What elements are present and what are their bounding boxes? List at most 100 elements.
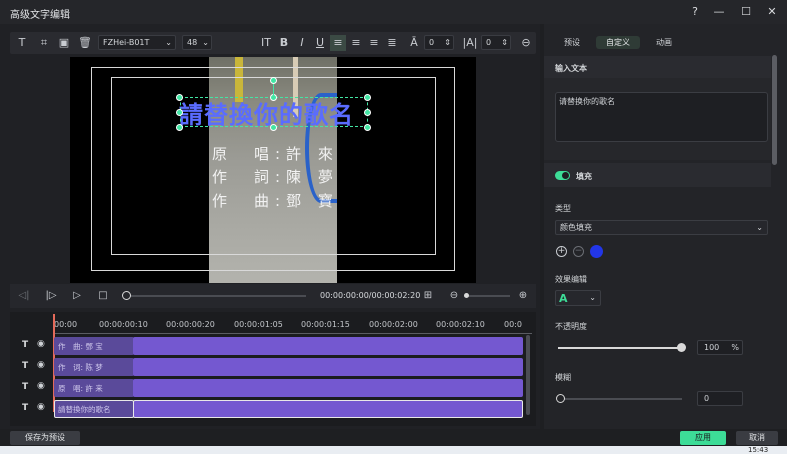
bottom-bar (0, 429, 787, 445)
blur-slider-knob[interactable] (556, 394, 565, 403)
remove-color-icon[interactable]: − (573, 246, 584, 257)
opacity-input[interactable]: 100 % (697, 340, 743, 355)
resize-handle[interactable] (176, 124, 183, 131)
ruler-baseline (54, 333, 532, 334)
char-spacing-input[interactable]: 0 ⇕ (424, 35, 454, 50)
tab-animation[interactable]: 动画 (650, 36, 678, 49)
stop-icon[interactable]: □ (96, 289, 110, 303)
clip-label: 作 曲: 鄧 宝 (58, 342, 103, 351)
type-label: 类型 (555, 204, 571, 213)
align-justify-icon[interactable]: ≣ (384, 35, 400, 51)
image-icon[interactable]: ▣ (56, 35, 72, 51)
clip-segment[interactable] (133, 337, 523, 355)
underline-icon[interactable]: U (312, 35, 328, 51)
clip-segment-selected[interactable] (133, 400, 523, 418)
italic-icon[interactable]: I (294, 35, 310, 51)
tab-custom[interactable]: 自定义 (596, 36, 640, 49)
credit-line[interactable]: 原 唱:許 來 (212, 143, 339, 164)
selection-box[interactable] (180, 97, 368, 127)
zoom-slider-knob[interactable] (464, 293, 469, 298)
fill-toggle[interactable] (555, 171, 570, 180)
resize-handle[interactable] (270, 124, 277, 131)
clip-segment[interactable] (133, 358, 523, 376)
credit-line[interactable]: 作 詞:陳 夢 (212, 166, 339, 187)
cancel-button[interactable]: 取消 (736, 431, 778, 445)
add-color-icon[interactable]: + (556, 246, 567, 257)
clip-label: 請替換你的歌名 (58, 405, 111, 414)
opacity-slider-knob[interactable] (677, 343, 686, 352)
help-icon[interactable]: ? (687, 4, 703, 20)
ruler-label: 00:00:02:00 (369, 320, 418, 329)
opacity-label: 不透明度 (555, 322, 587, 331)
eye-icon[interactable]: ◉ (37, 381, 45, 391)
bold-icon[interactable]: B (276, 35, 292, 51)
apply-button[interactable]: 应用 (680, 431, 726, 445)
zoom-slider[interactable] (464, 295, 510, 297)
text-track-icon: T (22, 361, 29, 371)
ruler-label: 00:00:02:10 (436, 320, 485, 329)
ruler-label: 00:00:00:20 (166, 320, 215, 329)
text-track-icon: T (22, 382, 29, 392)
credit-line[interactable]: 作 曲:鄧 寶 (212, 190, 339, 211)
resize-handle[interactable] (364, 124, 371, 131)
blur-value: 0 (704, 394, 710, 403)
zoom-in-icon[interactable]: ⊕ (516, 289, 530, 303)
clip-label: 作 词: 陈 梦 (58, 363, 103, 372)
maximize-button[interactable]: ☐ (738, 4, 754, 20)
zoom-fit-icon[interactable]: ⊖ (518, 35, 534, 51)
chevron-down-icon: ⌄ (756, 223, 763, 232)
chevron-down-icon: ⌄ (589, 293, 596, 302)
delete-icon[interactable]: 🗑 (77, 35, 93, 51)
type-dropdown[interactable]: 颜色填充 ⌄ (555, 220, 768, 235)
input-section-title: 输入文本 (555, 64, 587, 73)
text-tool-icon[interactable]: T (14, 35, 30, 51)
align-center-icon[interactable]: ≡ (348, 35, 364, 51)
blur-input[interactable]: 0 (697, 391, 743, 406)
clip-segment[interactable] (133, 379, 523, 397)
effect-label: 效果编辑 (555, 275, 587, 284)
panel-scrollbar[interactable] (772, 55, 777, 165)
window-title: 高级文字编辑 (10, 10, 70, 21)
step-back-icon[interactable]: |▷ (44, 289, 58, 303)
text-spacing-icon[interactable]: IT (258, 35, 274, 51)
play-icon[interactable]: ▷ (70, 289, 84, 303)
text-input[interactable]: 请替换你的歌名 (555, 92, 768, 142)
eye-icon[interactable]: ◉ (37, 402, 45, 412)
transform-icon[interactable]: ⌗ (36, 35, 52, 51)
ruler-label: 00:00:00:10 (99, 320, 148, 329)
blur-slider[interactable] (558, 398, 682, 400)
save-preset-button[interactable]: 保存为预设 (10, 431, 80, 445)
playhead-knob[interactable] (122, 291, 131, 300)
eye-icon[interactable]: ◉ (37, 339, 45, 349)
opacity-slider[interactable] (558, 347, 682, 349)
ruler-label: 00:00:01:05 (234, 320, 283, 329)
resize-handle[interactable] (176, 109, 183, 116)
timeline-scrollbar[interactable] (526, 335, 530, 415)
resize-handle[interactable] (364, 109, 371, 116)
line-spacing-icon: |A| (462, 36, 478, 49)
effect-dropdown[interactable]: A ⌄ (555, 290, 601, 306)
minimize-button[interactable]: — (711, 4, 727, 20)
font-select[interactable]: FZHei-B01T ⌄ (98, 35, 176, 50)
char-spacing-icon: Ā (410, 36, 418, 49)
close-button[interactable]: ✕ (764, 4, 780, 20)
zoom-out-icon[interactable]: ⊖ (447, 289, 461, 303)
prev-frame-icon[interactable]: ◁| (17, 289, 31, 303)
fit-icon[interactable]: ⊞ (421, 289, 435, 303)
text-track-icon: T (22, 403, 29, 413)
size-select-value: 48 (187, 38, 198, 47)
size-select[interactable]: 48 ⌄ (182, 35, 212, 50)
resize-handle[interactable] (176, 94, 183, 101)
title-bar: 高级文字编辑 (0, 0, 787, 24)
resize-handle[interactable] (364, 94, 371, 101)
align-right-icon[interactable]: ≡ (366, 35, 382, 51)
rotate-handle[interactable] (270, 77, 277, 84)
fill-color-swatch[interactable] (590, 245, 603, 258)
os-taskbar (0, 446, 787, 454)
tab-preset[interactable]: 预设 (558, 36, 586, 49)
align-left-icon[interactable]: ≡ (330, 35, 346, 51)
line-spacing-input[interactable]: 0 ⇕ (481, 35, 511, 50)
blur-label: 模糊 (555, 373, 571, 382)
eye-icon[interactable]: ◉ (37, 360, 45, 370)
playback-progress[interactable] (126, 295, 306, 297)
